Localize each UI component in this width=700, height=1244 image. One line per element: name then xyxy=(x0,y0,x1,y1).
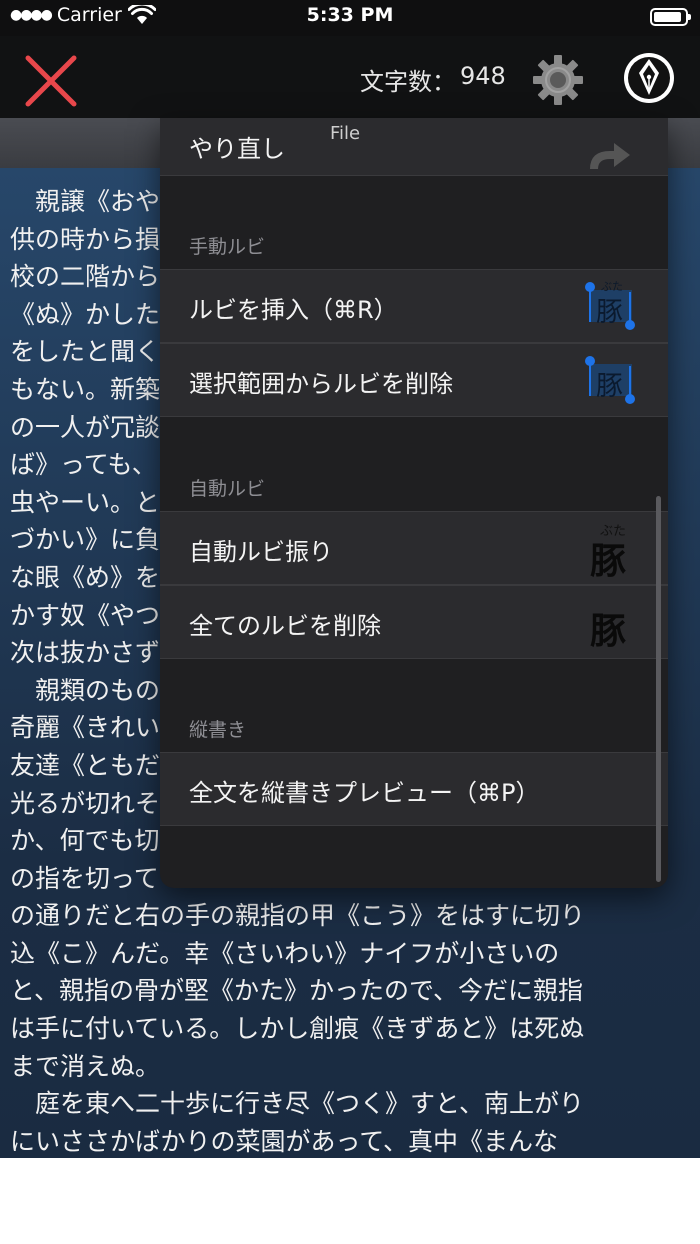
section-header-vertical: 縦書き xyxy=(189,719,247,741)
gear-icon[interactable] xyxy=(530,52,586,108)
menu-item-auto-ruby[interactable]: 自動ルビ振り ぶた 豚 xyxy=(160,511,668,585)
section-header-manual-ruby: 手動ルビ xyxy=(189,236,266,258)
navigation-bar: 文字数： 948 xyxy=(0,36,700,118)
remove-all-ruby-label: 全てのルビを削除 xyxy=(189,612,381,640)
insert-ruby-label: ルビを挿入（⌘R） xyxy=(189,296,398,324)
editor-line[interactable]: 庭を東へ二十歩に行き尽《つく》すと、南上がり xyxy=(10,1085,690,1123)
editor-line[interactable]: と、親指の骨が堅《かた》かったので、今だに親指 xyxy=(10,972,690,1010)
editor-line[interactable]: の通りだと右の手の親指の甲《こう》をはすに切り xyxy=(10,897,690,935)
menu-item-insert-ruby[interactable]: ルビを挿入（⌘R） ぶた 豚 xyxy=(160,269,668,343)
clock: 5:33 PM xyxy=(306,4,394,26)
menu-item-redo[interactable]: やり直し File xyxy=(160,118,668,176)
auto-ruby-icon: ぶた 豚 xyxy=(584,522,638,582)
section-header-auto-ruby: 自動ルビ xyxy=(189,478,266,500)
close-icon[interactable] xyxy=(22,52,80,110)
char-count-label: 文字数： xyxy=(360,68,456,96)
status-bar: ●●●● Carrier 5:33 PM xyxy=(0,0,700,36)
ruby-menu: やり直し File 手動ルビ ルビを挿入（⌘R） ぶた 豚 選択範囲からルビを削… xyxy=(160,118,668,888)
editor-line[interactable]: まで消えぬ。 xyxy=(10,1048,690,1086)
menu-item-vertical-preview[interactable]: 全文を縦書きプレビュー（⌘P） xyxy=(160,752,668,826)
menu-scrollbar[interactable] xyxy=(656,496,661,882)
char-count-value: 948 xyxy=(460,62,506,90)
ruby-kanji: 豚 xyxy=(596,297,623,328)
ruby-kanji: 豚 xyxy=(596,371,623,402)
fountain-pen-icon[interactable] xyxy=(622,51,676,105)
remove-all-ruby-icon: 豚 xyxy=(584,596,638,652)
character-count: 文字数： 948 xyxy=(360,62,506,97)
menu-item-redo-label: やり直し xyxy=(189,135,285,163)
menu-item-remove-all-ruby[interactable]: 全てのルビを削除 豚 xyxy=(160,585,668,659)
battery-icon xyxy=(650,8,691,26)
remove-ruby-selection-label: 選択範囲からルビを削除 xyxy=(189,370,453,398)
ruby-kanji: 豚 xyxy=(590,540,627,582)
ruby-kanji: 豚 xyxy=(590,610,627,652)
editor-line[interactable]: 込《こ》んだ。幸《さいわい》ナイフが小さいの xyxy=(10,935,690,973)
editor-line[interactable]: にいささかばかりの菜園があって、真中《まんな xyxy=(10,1123,690,1158)
auto-ruby-label: 自動ルビ振り xyxy=(189,538,333,566)
menu-item-remove-ruby-selection[interactable]: 選択範囲からルビを削除 豚 xyxy=(160,343,668,417)
ruby-insert-icon: ぶた 豚 xyxy=(584,280,638,334)
ruby-remove-selection-icon: 豚 xyxy=(584,354,638,408)
editor-line[interactable]: は手に付いている。しかし創痕《きずあと》は死ぬ xyxy=(10,1010,690,1048)
menu-item-file-label: File xyxy=(330,123,361,144)
vertical-preview-label: 全文を縦書きプレビュー（⌘P） xyxy=(189,779,540,807)
redo-arrow-icon xyxy=(590,143,630,169)
battery-level xyxy=(654,12,681,22)
